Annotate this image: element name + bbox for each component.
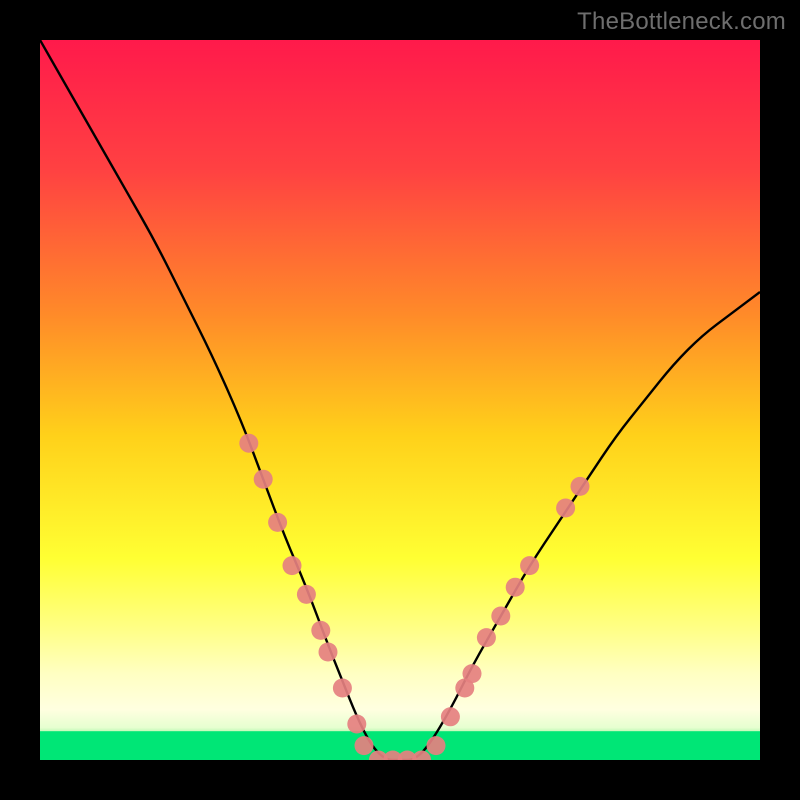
data-marker: [254, 470, 273, 489]
data-marker: [311, 621, 330, 640]
data-marker: [268, 513, 287, 532]
data-marker: [355, 736, 374, 755]
data-marker: [239, 434, 258, 453]
data-marker: [427, 736, 446, 755]
plot-area: [40, 40, 760, 760]
data-marker: [319, 643, 338, 662]
data-marker: [520, 556, 539, 575]
watermark-text: TheBottleneck.com: [577, 8, 786, 36]
bottleneck-chart: [40, 40, 760, 760]
data-marker: [463, 664, 482, 683]
gradient-background: [40, 40, 760, 760]
data-marker: [333, 679, 352, 698]
chart-frame: TheBottleneck.com: [0, 0, 800, 800]
data-marker: [297, 585, 316, 604]
data-marker: [506, 578, 525, 597]
data-marker: [556, 499, 575, 518]
data-marker: [441, 707, 460, 726]
data-marker: [477, 628, 496, 647]
data-marker: [571, 477, 590, 496]
data-marker: [283, 556, 302, 575]
data-marker: [347, 715, 366, 734]
data-marker: [491, 607, 510, 626]
